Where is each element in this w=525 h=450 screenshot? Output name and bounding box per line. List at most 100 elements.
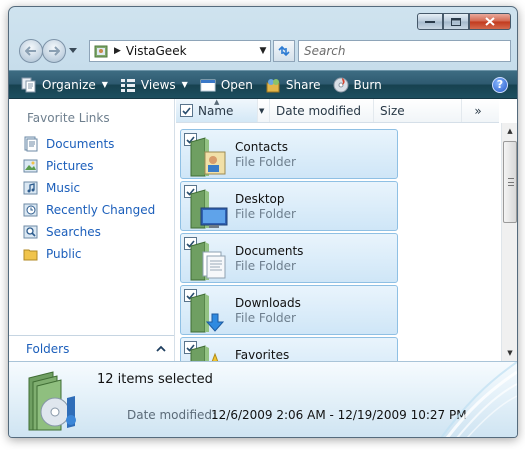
file-item-documents[interactable]: Documents File Folder <box>180 233 398 283</box>
share-icon <box>266 78 280 92</box>
file-tiles: Contacts File Folder Desktop File Folder… <box>180 129 498 361</box>
file-type: File Folder <box>235 259 296 273</box>
favorite-link-pictures[interactable]: Pictures <box>23 155 155 177</box>
organize-label: Organize <box>42 77 96 92</box>
organize-icon <box>21 77 36 92</box>
favorite-links-heading: Favorite Links <box>27 111 110 125</box>
file-name: Documents <box>235 244 304 258</box>
favorites-folder-icon <box>190 345 219 361</box>
favorite-link-label: Documents <box>46 137 115 151</box>
open-window-icon <box>200 79 216 91</box>
file-name: Contacts <box>235 140 288 154</box>
views-label: Views <box>140 77 176 92</box>
folders-label: Folders <box>26 341 70 356</box>
scroll-grip-icon <box>508 178 514 186</box>
pictures-icon <box>23 159 38 173</box>
open-button[interactable]: Open <box>194 71 259 98</box>
selection-count: 12 items selected <box>97 372 213 387</box>
burn-label: Burn <box>353 77 382 92</box>
back-button[interactable] <box>19 39 43 63</box>
search-box[interactable] <box>298 40 511 62</box>
command-bar: Organize ▼ Views ▼ Open Share Burn ? <box>9 70 517 99</box>
favorite-link-documents[interactable]: Documents <box>23 133 155 155</box>
breadcrumb-separator-icon[interactable]: ▶ <box>114 46 121 56</box>
address-dropdown-icon[interactable]: ▼ <box>256 46 270 56</box>
file-item-contacts[interactable]: Contacts File Folder <box>180 129 398 179</box>
share-button[interactable]: Share <box>259 71 327 98</box>
recently-changed-icon <box>23 203 38 217</box>
favorite-link-recently-changed[interactable]: Recently Changed <box>23 199 155 221</box>
explorer-window: ▶ VistaGeek ▼ Organize ▼ <box>8 6 518 438</box>
documents-folder-icon <box>190 241 226 281</box>
favorite-links-list: Documents Pictures Music Recently Change… <box>23 133 155 265</box>
back-arrow-icon <box>25 46 36 56</box>
scroll-thumb[interactable] <box>503 141 517 223</box>
close-button[interactable] <box>469 13 511 30</box>
views-button[interactable]: Views ▼ <box>114 71 194 98</box>
address-box[interactable]: ▶ VistaGeek ▼ <box>89 40 271 62</box>
navigation-pane: Favorite Links Documents Pictures Music … <box>9 99 175 361</box>
desktop-folder-icon <box>190 189 228 229</box>
burn-disc-icon <box>333 77 349 92</box>
favorite-link-label: Public <box>46 247 82 261</box>
search-input[interactable] <box>304 44 484 58</box>
forward-button[interactable] <box>42 39 66 63</box>
favorite-link-music[interactable]: Music <box>23 177 155 199</box>
close-icon <box>485 17 495 26</box>
help-button[interactable]: ? <box>492 76 508 93</box>
vertical-scrollbar[interactable]: ▲ ▼ <box>501 123 517 361</box>
column-header-row: ▲ Name ▼ Date modified Size » <box>176 99 499 123</box>
help-icon: ? <box>496 78 504 91</box>
column-size-label: Size <box>380 103 405 118</box>
more-columns-button[interactable]: » <box>462 99 494 122</box>
organize-button[interactable]: Organize ▼ <box>9 71 114 98</box>
recent-pages-dropdown-icon[interactable] <box>69 48 77 53</box>
views-icon <box>120 78 135 92</box>
favorite-link-public[interactable]: Public <box>23 243 155 265</box>
downloads-folder-icon <box>190 293 225 333</box>
public-folder-icon <box>23 249 38 261</box>
select-all-checkbox[interactable] <box>180 104 193 117</box>
folders-toggle[interactable]: Folders <box>9 335 174 361</box>
views-dropdown-icon: ▼ <box>181 80 188 89</box>
column-name-dropdown[interactable]: ▼ <box>258 99 270 122</box>
open-label: Open <box>220 77 253 92</box>
user-folder-icon <box>94 45 108 58</box>
multiple-items-icon <box>28 371 76 431</box>
favorite-link-label: Music <box>46 181 81 195</box>
file-type: File Folder <box>235 155 296 169</box>
chevron-up-icon <box>156 345 166 352</box>
burn-button[interactable]: Burn <box>327 71 388 98</box>
minimize-button[interactable] <box>417 13 443 30</box>
refresh-button[interactable] <box>273 40 295 62</box>
scroll-up-button[interactable]: ▲ <box>502 123 517 139</box>
column-size[interactable]: Size <box>374 99 462 122</box>
file-item-downloads[interactable]: Downloads File Folder <box>180 285 398 335</box>
favorite-link-label: Pictures <box>46 159 94 173</box>
column-date-modified[interactable]: Date modified <box>270 99 374 122</box>
maximize-icon <box>451 17 461 26</box>
refresh-icon <box>278 45 290 57</box>
address-path: VistaGeek <box>125 44 187 58</box>
file-type: File Folder <box>235 207 296 221</box>
address-row: ▶ VistaGeek ▼ <box>17 37 511 65</box>
column-date-label: Date modified <box>276 103 362 118</box>
favorite-link-label: Searches <box>46 225 101 239</box>
column-name[interactable]: ▲ Name <box>176 99 258 122</box>
content-area: Favorite Links Documents Pictures Music … <box>9 99 517 361</box>
file-item-desktop[interactable]: Desktop File Folder <box>180 181 398 231</box>
favorite-link-label: Recently Changed <box>46 203 156 217</box>
favorite-link-searches[interactable]: Searches <box>23 221 155 243</box>
searches-icon <box>23 225 38 239</box>
date-modified-value: 12/6/2009 2:06 AM - 12/19/2009 10:27 PM <box>211 408 467 422</box>
contacts-folder-icon <box>190 137 226 177</box>
scroll-down-button[interactable]: ▼ <box>502 345 517 361</box>
file-item-favorites[interactable]: Favorites <box>180 337 398 361</box>
file-name: Desktop <box>235 192 285 206</box>
checkmark-icon <box>182 106 191 115</box>
date-modified-label: Date modified: <box>127 408 217 422</box>
maximize-button[interactable] <box>443 13 469 30</box>
forward-arrow-icon <box>49 46 60 56</box>
sort-ascending-icon: ▲ <box>214 99 220 106</box>
file-list-pane: ▲ Name ▼ Date modified Size » Contacts F… <box>176 99 517 361</box>
